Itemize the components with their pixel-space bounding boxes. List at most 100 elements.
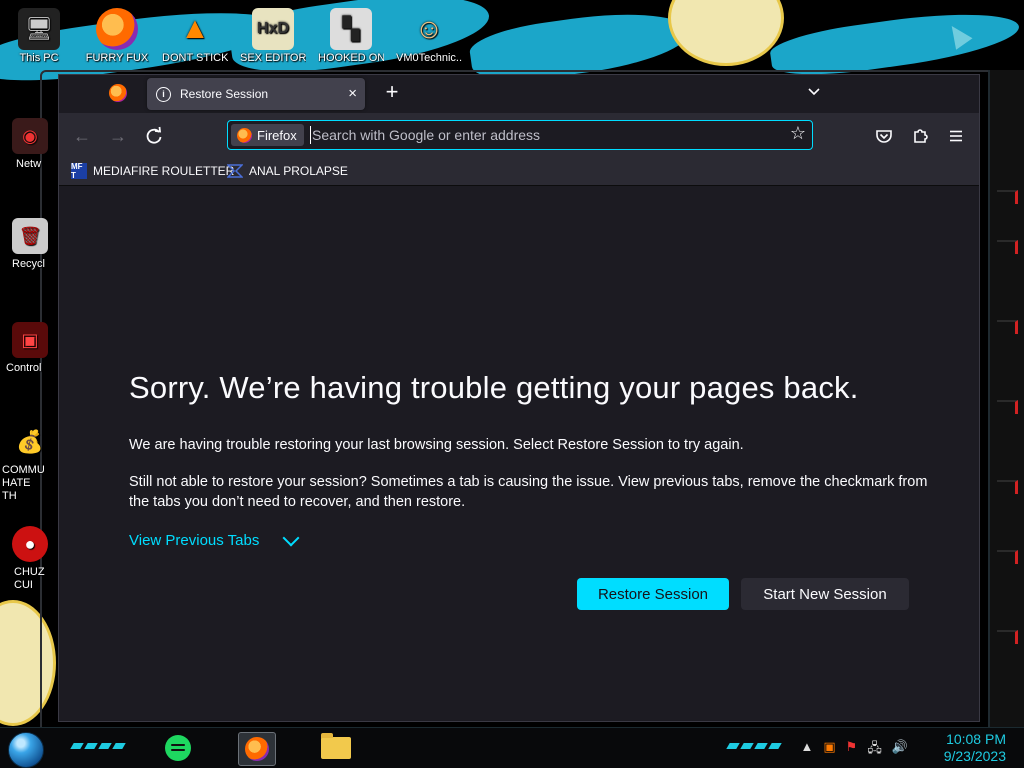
bookmark-label: ANAL PROLAPSE (249, 164, 348, 178)
text-caret (310, 126, 311, 144)
desktop-icon-network[interactable]: ◉ Netw (0, 118, 48, 170)
vlc-cone-icon: ▲ (180, 12, 210, 45)
action-center-flag-icon[interactable]: ⚑ (846, 739, 858, 761)
cartoon-character-image (0, 600, 56, 726)
firefox-icon (96, 8, 138, 50)
firefox-logo-icon (237, 127, 252, 143)
desktop-icon-sex-editor[interactable]: HxD SEX EDITOR (240, 8, 306, 64)
view-previous-tabs-label: View Previous Tabs (129, 532, 260, 549)
tab-restore-session[interactable]: i Restore Session × (147, 78, 365, 110)
search-engine-identity[interactable]: Firefox (231, 124, 304, 146)
desktop-icon-label: SEX EDITOR (240, 52, 306, 64)
help-paragraph: Still not able to restore your session? … (129, 474, 928, 510)
desktop-icon-community[interactable]: 💰 COMMU HATE TH (0, 424, 48, 503)
recycle-bin-icon: 🗑 (12, 218, 48, 254)
mediafire-favicon-icon: MF T (71, 162, 87, 180)
hxd-editor-icon: HxD (252, 8, 294, 50)
firefox-view-icon[interactable] (109, 84, 127, 102)
clock-date: 9/23/2023 (943, 748, 1006, 764)
tab-close-icon[interactable]: × (348, 85, 357, 102)
chevron-down-icon (282, 529, 300, 546)
strip-mark (997, 240, 1018, 254)
bookmark-favicon-icon (227, 164, 243, 178)
tab-title: Restore Session (180, 87, 269, 101)
system-tray: ▲ ▣ ⚑ 🖧 🔊 (800, 739, 908, 761)
start-new-session-button[interactable]: Start New Session (741, 578, 909, 610)
forward-arrow-icon[interactable]: → (105, 123, 131, 149)
desktop-icon-label: Recycl (12, 258, 46, 270)
bookmark-label: MEDIAFIRE ROULETTER (93, 164, 235, 178)
spotify-icon (165, 735, 191, 761)
desktop-icon-label: Control (6, 362, 42, 374)
desktop-icon-label: CHUZ CUI (14, 566, 45, 591)
technician-icon: ☺ (414, 13, 444, 44)
desktop-icon-vm0technic[interactable]: ☺ VM0Technic... (396, 8, 462, 64)
wallpaper-blob (768, 2, 1022, 84)
identity-label: Firefox (257, 127, 297, 143)
taskbar-firefox[interactable] (238, 732, 276, 766)
clock-time: 10:08 PM (946, 731, 1006, 747)
restore-session-page: Sorry. We’re having trouble getting your… (59, 186, 979, 721)
network-icon[interactable]: 🖧 (867, 739, 882, 761)
show-hidden-icons-icon[interactable]: ▲ (800, 739, 813, 761)
url-input[interactable] (312, 124, 772, 146)
game-icon: ▚ (330, 8, 372, 50)
address-bar[interactable]: Firefox ☆ (227, 120, 813, 150)
desktop-icon-chuz[interactable]: ● CHUZ CUI (0, 526, 48, 592)
control-panel-icon: ▣ (12, 322, 48, 358)
desktop-icon-label: VM0Technic... (396, 52, 462, 64)
strip-mark (997, 400, 1018, 414)
back-arrow-icon[interactable]: ← (69, 123, 95, 149)
desktop-icon-label: This PC (19, 52, 59, 64)
folder-icon (321, 733, 351, 759)
hamburger-menu-icon[interactable] (943, 123, 969, 149)
firefox-icon (245, 737, 269, 761)
desktop-icon-this-pc[interactable]: 🖥 This PC (6, 8, 72, 64)
extensions-puzzle-icon[interactable] (907, 123, 933, 149)
bookmark-mediafire-rouletter[interactable]: MF T MEDIAFIRE ROULETTER (71, 162, 234, 180)
info-icon: i (156, 86, 171, 102)
taskbar-decoration (726, 737, 788, 755)
strip-mark (997, 480, 1018, 494)
app-tray-icon[interactable]: ▣ (823, 739, 835, 761)
taskbar-decoration (70, 737, 132, 755)
bookmarks-toolbar: MF T MEDIAFIRE ROULETTER ANAL PROLAPSE (59, 157, 979, 186)
desktop-icon-label: DONT STICK (162, 52, 228, 64)
list-all-tabs-chevron-icon[interactable] (807, 85, 821, 99)
wallpaper-right-strip (988, 70, 1024, 730)
desktop-icon-label: FURRY FUX (85, 52, 149, 64)
strip-mark (997, 320, 1018, 334)
new-tab-button[interactable]: + (379, 80, 405, 106)
desktop-icon-dont-stick[interactable]: ▲ DONT STICK (162, 8, 228, 64)
system-clock[interactable]: 10:08 PM 9/23/2023 (944, 731, 1006, 765)
view-previous-tabs-toggle[interactable]: View Previous Tabs (129, 529, 300, 549)
taskbar-file-explorer[interactable] (318, 732, 354, 764)
page-title: Sorry. We’re having trouble getting your… (129, 370, 859, 405)
taskbar: ▲ ▣ ⚑ 🖧 🔊 10:08 PM 9/23/2023 (0, 727, 1024, 768)
strip-mark (997, 190, 1018, 204)
description-paragraph: We are having trouble restoring your las… (129, 437, 744, 453)
desktop-icon-label: Netw (16, 158, 42, 170)
red-character-icon: ● (12, 526, 48, 562)
strip-mark (997, 630, 1018, 644)
strip-mark (997, 550, 1018, 564)
desktop-icon-label: HOOKED ON (318, 52, 384, 64)
volume-icon[interactable]: 🔊 (892, 739, 908, 761)
desktop-icon-control-panel[interactable]: ▣ Control (0, 322, 48, 374)
taskbar-spotify[interactable] (160, 732, 196, 764)
bookmark-anal-prolapse[interactable]: ANAL PROLAPSE (227, 162, 348, 180)
desktop-icon-furry-fux[interactable]: FURRY FUX (84, 8, 150, 64)
money-bag-icon: 💰 (16, 429, 44, 454)
reload-icon[interactable] (141, 123, 167, 149)
firefox-window: i Restore Session × + ← → Firefox ☆ (58, 74, 980, 722)
bookmark-star-icon[interactable]: ☆ (790, 123, 806, 144)
desktop-icon-recycle-bin[interactable]: 🗑 Recycl (0, 218, 48, 270)
navigation-toolbar: ← → Firefox ☆ (59, 113, 979, 157)
restore-session-button[interactable]: Restore Session (577, 578, 729, 610)
desktop-icon-label: COMMU HATE TH (2, 464, 45, 502)
desktop-icon-hooked-on[interactable]: ▚ HOOKED ON (318, 8, 384, 64)
tab-bar: i Restore Session × + (59, 75, 979, 113)
start-orb-icon[interactable] (8, 732, 44, 768)
cartoon-character-image (668, 0, 784, 66)
pocket-icon[interactable] (871, 123, 897, 149)
